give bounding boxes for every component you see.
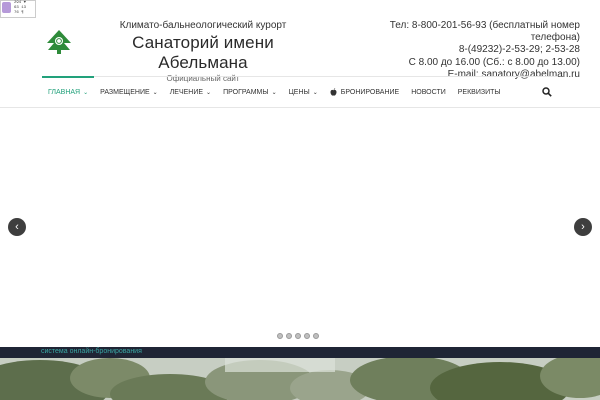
slider-dot[interactable] (286, 333, 292, 339)
visitor-counter[interactable]: 294 ▼ 63 13 76 ¶ (0, 0, 36, 18)
chevron-down-icon: ⌄ (206, 89, 212, 96)
site-title[interactable]: Санаторий имени Абельмана (88, 33, 318, 73)
phone-local[interactable]: 8-(49232)-2-53-29; 2-53-28 (350, 44, 580, 56)
site-tagline: Климато-бальнеологический курорт (119, 20, 287, 31)
nav-item-label: ГЛАВНАЯ (48, 88, 81, 96)
apple-icon (330, 88, 337, 96)
phone-free-note: телефона) (530, 32, 580, 44)
chevron-down-icon: ⌄ (312, 89, 318, 96)
nav-item-requisites[interactable]: РЕКВИЗИТЫ (452, 77, 507, 107)
phone-free[interactable]: Тел: 8-800-201-56-93 (бесплатный номер (350, 20, 580, 32)
nav-item-label: БРОНИРОВАНИЕ (340, 88, 400, 96)
chevron-right-icon[interactable]: › (574, 218, 592, 236)
counter-values: 294 ▼ 63 13 76 ¶ (12, 1, 26, 17)
trees-photo-image (0, 358, 600, 400)
image-slider: ‹ › (0, 107, 600, 347)
nav-item-prices[interactable]: ЦЕНЫ ⌄ (283, 77, 324, 107)
nav-item-label: РЕКВИЗИТЫ (457, 88, 501, 96)
nav-item-label: РАЗМЕЩЕНИЕ (100, 88, 150, 96)
chevron-left-icon[interactable]: ‹ (8, 218, 26, 236)
site-branding: Климато-бальнеологический курорт Санатор… (88, 20, 318, 83)
nav-item-accommodation[interactable]: РАЗМЕЩЕНИЕ ⌄ (94, 77, 164, 107)
nav-item-treatment[interactable]: ЛЕЧЕНИЕ ⌄ (164, 77, 217, 107)
slider-dot[interactable] (304, 333, 310, 339)
slider-dot[interactable] (277, 333, 283, 339)
nav-item-label: НОВОСТИ (411, 88, 446, 96)
main-nav: ГЛАВНАЯ ⌄ РАЗМЕЩЕНИЕ ⌄ ЛЕЧЕНИЕ ⌄ ПРОГРАМ… (42, 76, 558, 107)
nav-item-label: ЦЕНЫ (288, 88, 310, 96)
counter-icon (2, 2, 11, 13)
booking-bar: система онлайн-бронирования (0, 347, 600, 358)
search-icon[interactable] (542, 87, 552, 97)
online-booking-link[interactable]: система онлайн-бронирования (41, 348, 142, 355)
working-hours: С 8.00 до 16.00 (Сб.: с 8.00 до 13.00) (408, 56, 580, 68)
counter-line-3: 76 ¶ (14, 11, 24, 15)
trees-photo (0, 358, 600, 400)
nav-item-label: ПРОГРАММЫ (223, 88, 269, 96)
nav-item-programs[interactable]: ПРОГРАММЫ ⌄ (217, 77, 283, 107)
contact-info: Тел: 8-800-201-56-93 (бесплатный номер т… (350, 20, 580, 81)
nav-item-booking[interactable]: БРОНИРОВАНИЕ (324, 77, 405, 107)
nav-item-home[interactable]: ГЛАВНАЯ ⌄ (42, 76, 95, 106)
chevron-down-icon: ⌄ (271, 89, 277, 96)
fir-tree-logo-icon[interactable] (46, 30, 72, 54)
slider-dot[interactable] (295, 333, 301, 339)
slider-pagination (277, 333, 319, 339)
nav-item-news[interactable]: НОВОСТИ (405, 77, 452, 107)
nav-item-label: ЛЕЧЕНИЕ (169, 88, 204, 96)
chevron-down-icon: ⌄ (83, 89, 89, 96)
slider-dot[interactable] (313, 333, 319, 339)
chevron-down-icon: ⌄ (152, 89, 158, 96)
